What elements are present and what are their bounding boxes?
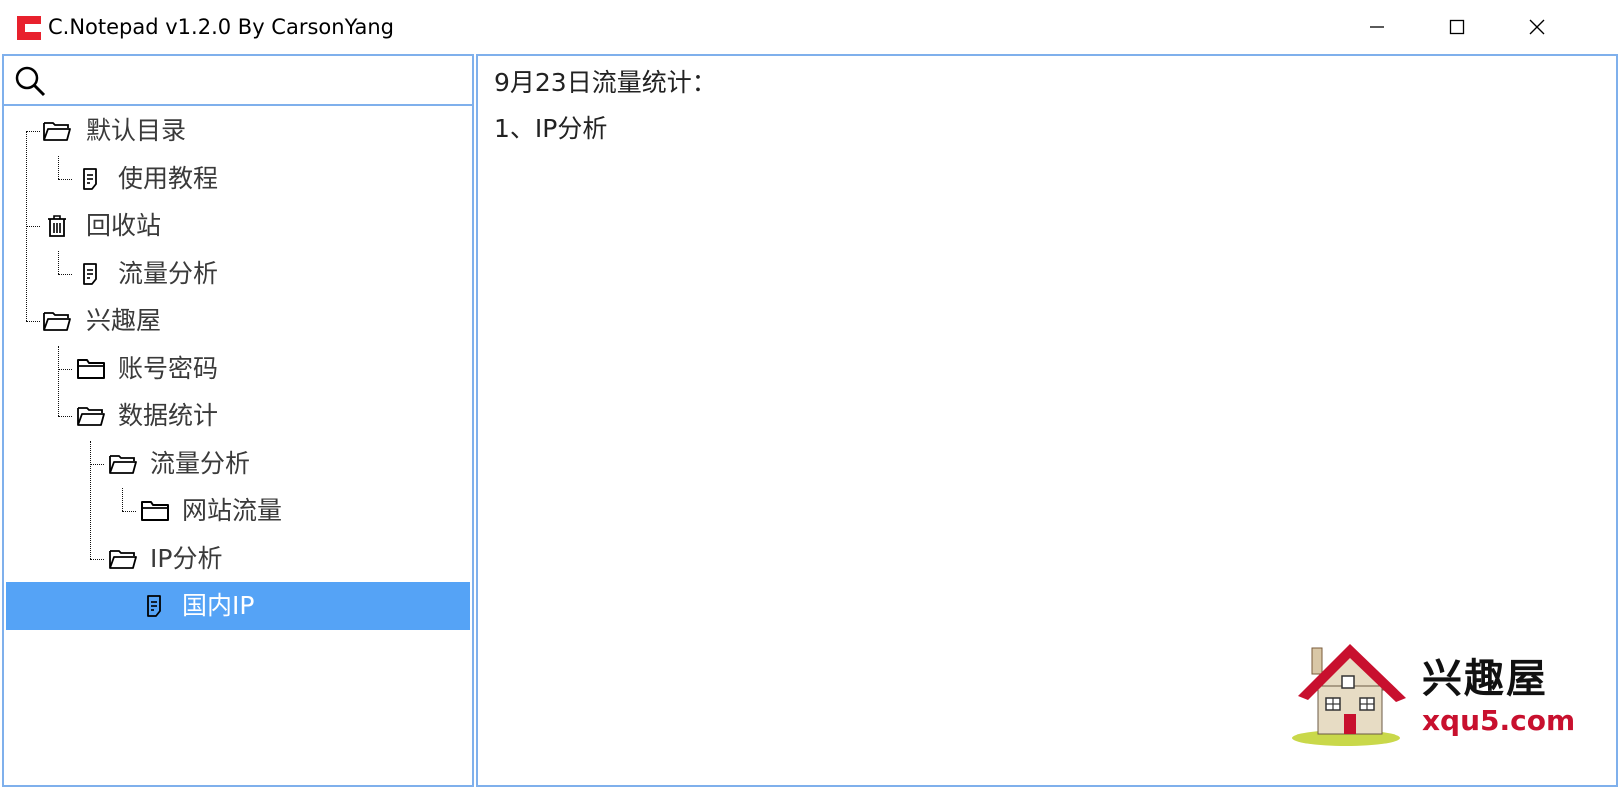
tree-item-folder[interactable]: 网站流量 bbox=[6, 487, 470, 535]
window-title: C.Notepad v1.2.0 By CarsonYang bbox=[48, 15, 395, 39]
note-icon bbox=[147, 595, 161, 617]
tree-item-label: 国内IP bbox=[182, 591, 255, 620]
house-logo-icon bbox=[1292, 644, 1406, 746]
tree-item-note[interactable]: 使用教程 bbox=[6, 155, 470, 203]
tree-item-label: 账号密码 bbox=[118, 354, 219, 383]
watermark-logo: 兴趣屋 xqu5.com bbox=[1290, 638, 1580, 750]
tree-item-folder[interactable]: IP分析 bbox=[6, 535, 470, 583]
note-icon bbox=[83, 263, 97, 285]
tree-item-label: 流量分析 bbox=[150, 449, 251, 478]
notebook-tree: 默认目录 使用教程 回收站 流量分析 兴趣屋 账号密码 数据统计 流量分析 网站… bbox=[4, 106, 472, 785]
close-button[interactable] bbox=[1497, 0, 1577, 54]
tree-item-label: 使用教程 bbox=[118, 164, 219, 193]
search-input[interactable] bbox=[52, 64, 462, 96]
search-icon[interactable] bbox=[14, 65, 48, 99]
tree-item-label: 网站流量 bbox=[182, 496, 283, 525]
folder-open-icon bbox=[77, 407, 105, 426]
tree-item-note-selected[interactable]: 国内IP bbox=[6, 582, 470, 630]
maximize-button[interactable] bbox=[1417, 0, 1497, 54]
search-bar bbox=[4, 56, 472, 106]
sidebar-panel: 默认目录 使用教程 回收站 流量分析 兴趣屋 账号密码 数据统计 流量分析 网站… bbox=[2, 54, 474, 787]
minimize-button[interactable] bbox=[1337, 0, 1417, 54]
app-logo-icon bbox=[17, 16, 41, 40]
minimize-icon bbox=[1370, 26, 1384, 28]
tree-item-folder[interactable]: 流量分析 bbox=[6, 440, 470, 488]
tree-item-folder[interactable]: 账号密码 bbox=[6, 345, 470, 393]
tree-item-label: 数据统计 bbox=[118, 401, 219, 430]
folder-closed-icon bbox=[77, 359, 105, 379]
close-icon bbox=[1529, 19, 1545, 35]
folder-open-icon bbox=[43, 122, 71, 141]
maximize-icon bbox=[1449, 19, 1465, 35]
editor-line: 9月23日流量统计： bbox=[494, 68, 717, 97]
tree-item-note[interactable]: 流量分析 bbox=[6, 250, 470, 298]
watermark-name: 兴趣屋 bbox=[1422, 656, 1548, 702]
tree-item-folder[interactable]: 默认目录 bbox=[6, 107, 470, 155]
title-bar: C.Notepad v1.2.0 By CarsonYang bbox=[0, 0, 1621, 54]
folder-open-icon bbox=[109, 550, 137, 569]
tree-item-label: IP分析 bbox=[150, 544, 223, 573]
tree-item-label: 兴趣屋 bbox=[86, 306, 162, 335]
tree-item-folder[interactable]: 兴趣屋 bbox=[6, 297, 470, 345]
tree-item-trash[interactable]: 回收站 bbox=[6, 202, 470, 250]
tree-item-label: 回收站 bbox=[86, 211, 162, 240]
folder-closed-icon bbox=[141, 501, 169, 521]
tree-item-label: 默认目录 bbox=[86, 116, 187, 145]
folder-open-icon bbox=[43, 312, 71, 331]
trash-icon bbox=[48, 215, 66, 237]
note-icon bbox=[83, 168, 97, 190]
editor-line: 1、IP分析 bbox=[494, 114, 608, 143]
folder-open-icon bbox=[109, 455, 137, 474]
tree-item-folder[interactable]: 数据统计 bbox=[6, 392, 470, 440]
tree-item-label: 流量分析 bbox=[118, 259, 219, 288]
watermark-url: xqu5.com bbox=[1422, 704, 1576, 737]
